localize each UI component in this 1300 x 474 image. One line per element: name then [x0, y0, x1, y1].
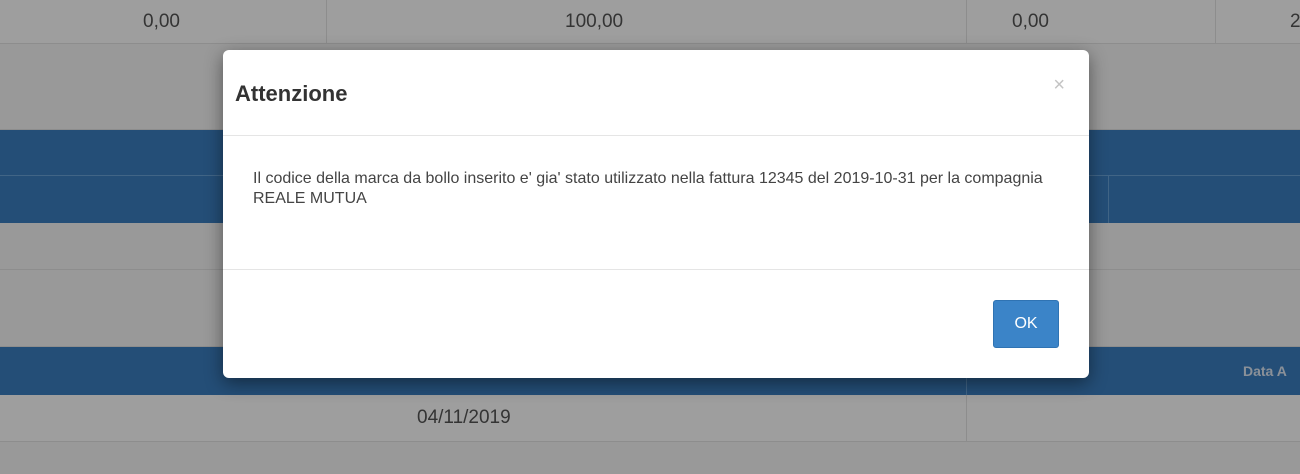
close-icon[interactable]: ×	[1053, 75, 1065, 95]
dialog-title: Attenzione	[235, 81, 348, 106]
dialog-header: Attenzione ×	[223, 50, 1089, 136]
ok-button[interactable]: OK	[993, 300, 1059, 348]
alert-dialog: Attenzione × Il codice della marca da bo…	[223, 50, 1089, 378]
dialog-body: Il codice della marca da bollo inserito …	[223, 136, 1089, 270]
dialog-message: Il codice della marca da bollo inserito …	[253, 170, 1043, 207]
dialog-footer: OK	[223, 270, 1089, 378]
